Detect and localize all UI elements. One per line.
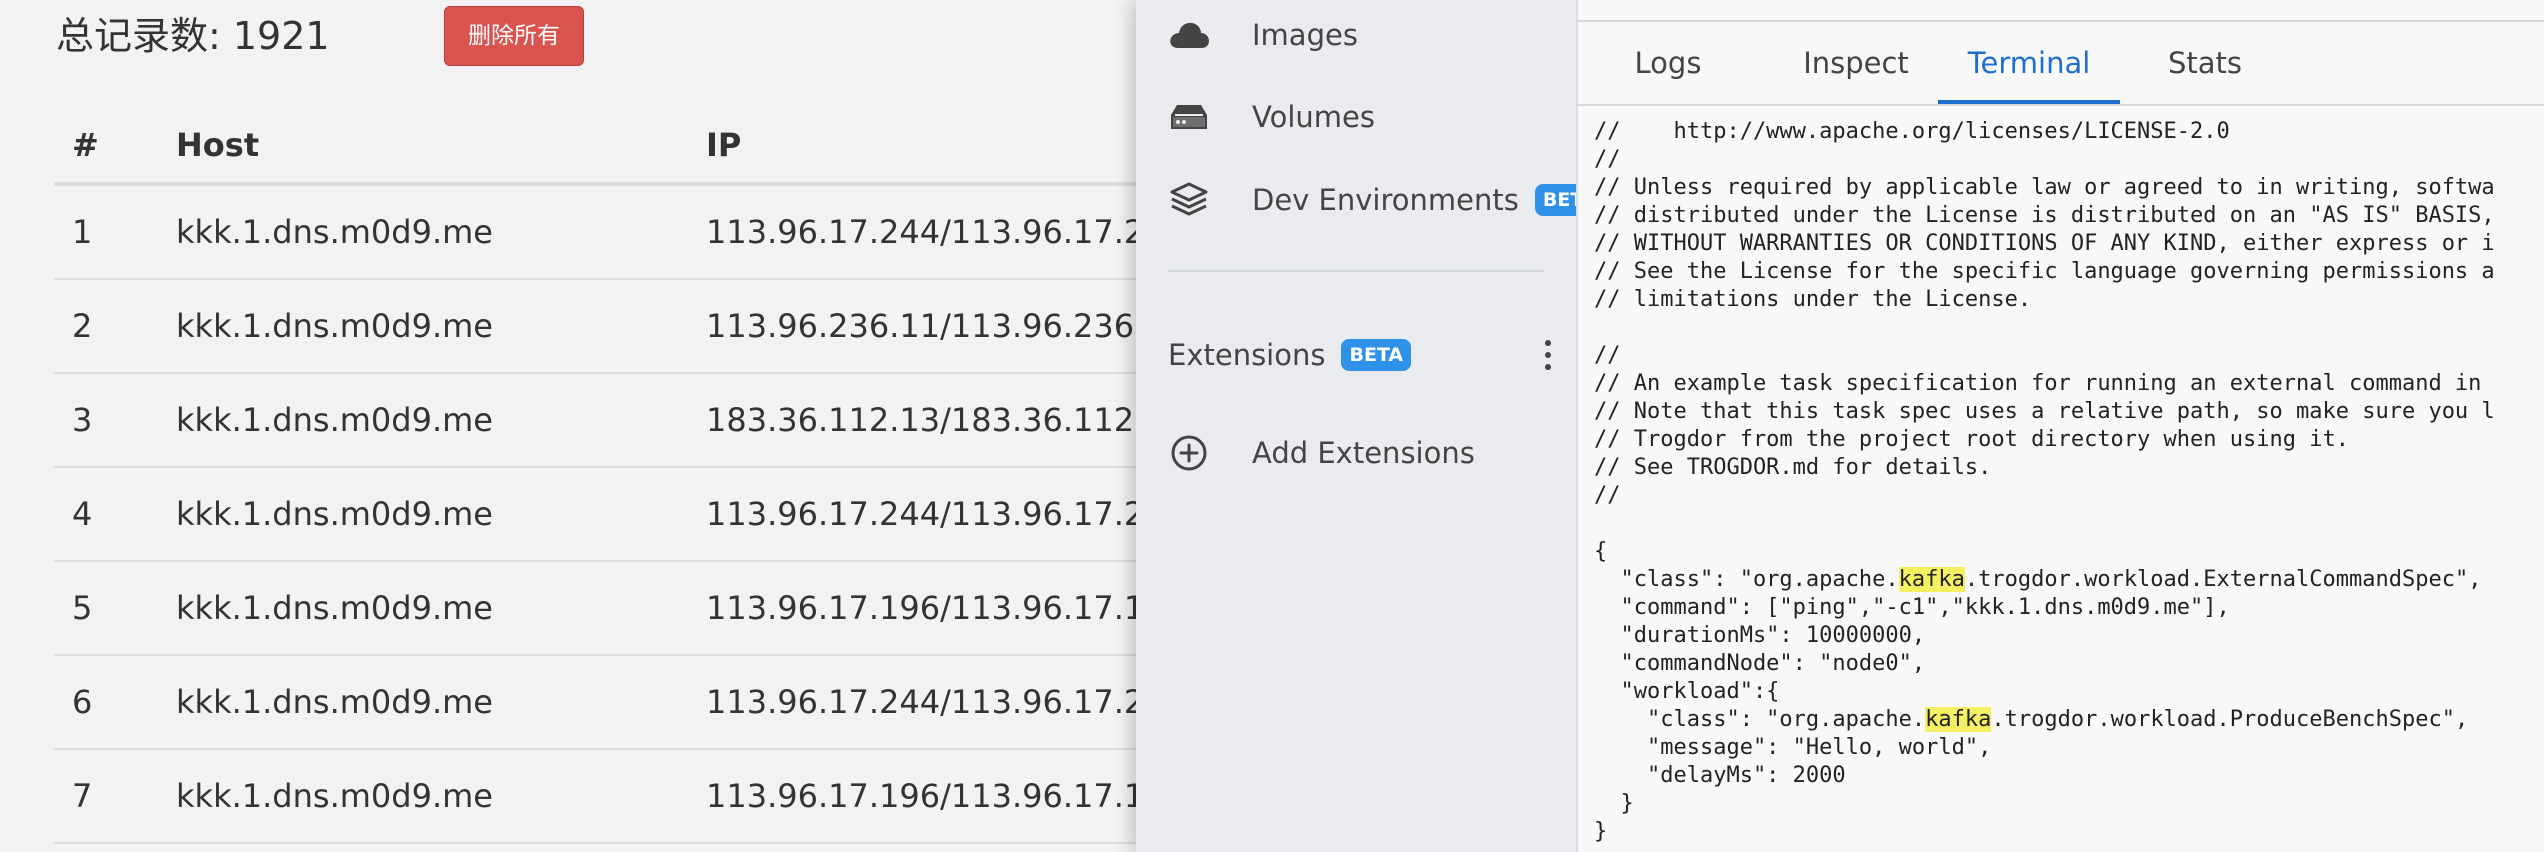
row-host: kkk.1.dns.m0d9.me xyxy=(158,279,688,374)
extensions-label: Extensions xyxy=(1168,338,1326,372)
table-row: 5 kkk.1.dns.m0d9.me 113.96.17.196/113.96… xyxy=(54,561,1136,656)
row-host: kkk.1.dns.m0d9.me xyxy=(158,467,688,562)
terminal-line: "commandNode": "node0", xyxy=(1594,651,1926,676)
terminal-line: "message": "Hello, world", xyxy=(1594,735,1992,760)
table-header-row: # Host IP xyxy=(54,108,1136,186)
row-ip: 113.96.236.11/113.96.236.11 xyxy=(688,279,1136,374)
row-number: 1 xyxy=(54,184,158,280)
terminal-line: "class": "org.apache.kafka.trogdor.workl… xyxy=(1594,567,2482,592)
sidebar-item-label: Volumes xyxy=(1252,100,1375,134)
terminal-line: // Note that this task spec uses a relat… xyxy=(1594,399,2495,424)
terminal-output[interactable]: // http://www.apache.org/licenses/LICENS… xyxy=(1594,118,2544,852)
terminal-line: // Trogdor from the project root directo… xyxy=(1594,427,2349,452)
delete-all-button[interactable]: 删除所有 xyxy=(444,6,584,66)
table-row: 7 kkk.1.dns.m0d9.me 113.96.17.196/113.96… xyxy=(54,749,1136,844)
row-number: 2 xyxy=(54,279,158,374)
beta-badge: BETA xyxy=(1341,339,1412,371)
tab-stats[interactable]: Stats xyxy=(2120,22,2290,104)
terminal-line: "command": ["ping","-c1","kkk.1.dns.m0d9… xyxy=(1594,595,2230,620)
table-row: 1 kkk.1.dns.m0d9.me 113.96.17.244/113.96… xyxy=(54,184,1136,280)
sidebar-item-label: Images xyxy=(1252,18,1358,52)
row-number: 3 xyxy=(54,373,158,468)
terminal-line: // xyxy=(1594,343,1621,368)
sidebar-item-volumes[interactable]: Volumes xyxy=(1166,92,1375,142)
terminal-line: "delayMs": 2000 xyxy=(1594,763,1846,788)
container-detail-panel: Logs Inspect Terminal Stats // http://ww… xyxy=(1576,0,2544,852)
sidebar-item-images[interactable]: Images xyxy=(1166,10,1358,60)
kebab-menu-icon[interactable] xyxy=(1536,334,1560,376)
row-number: 7 xyxy=(54,749,158,844)
row-ip: 113.96.17.196/113.96.17.196 xyxy=(688,561,1136,656)
row-ip: 113.96.17.244/113.96.17.244 xyxy=(688,467,1136,562)
terminal-line: } xyxy=(1594,819,1608,844)
extensions-header: Extensions BETA xyxy=(1168,330,1560,380)
terminal-line: "durationMs": 10000000, xyxy=(1594,623,1926,648)
table-row: 4 kkk.1.dns.m0d9.me 113.96.17.244/113.96… xyxy=(54,467,1136,562)
dns-records-panel: 总记录数: 1921 删除所有 # Host IP 1 kkk.1.dns.m0… xyxy=(0,0,1136,852)
row-ip: 183.36.112.13/183.36.112.13 xyxy=(688,373,1136,468)
row-host: kkk.1.dns.m0d9.me xyxy=(158,655,688,750)
terminal-line: // distributed under the License is dist… xyxy=(1594,203,2495,228)
add-extensions-button[interactable]: Add Extensions xyxy=(1166,428,1475,478)
row-host: kkk.1.dns.m0d9.me xyxy=(158,749,688,844)
row-ip: 113.96.17.196/113.96.17.196 xyxy=(688,749,1136,844)
terminal-line: { xyxy=(1594,539,1608,564)
terminal-line: // http://www.apache.org/licenses/LICENS… xyxy=(1594,119,2230,144)
row-number: 5 xyxy=(54,561,158,656)
tab-inspect[interactable]: Inspect xyxy=(1758,22,1954,104)
terminal-line: // Unless required by applicable law or … xyxy=(1594,175,2495,200)
total-records-title: 总记录数: 1921 xyxy=(56,14,330,58)
terminal-line: // See the License for the specific lang… xyxy=(1594,259,2495,284)
sidebar-item-label: Dev Environments xyxy=(1252,183,1519,217)
column-header-ip: IP xyxy=(688,108,1136,186)
search-highlight: kafka xyxy=(1925,707,1992,732)
cloud-icon xyxy=(1166,15,1212,55)
sidebar-item-dev-environments[interactable]: Dev Environments BETA xyxy=(1166,175,1605,225)
row-ip: 113.96.17.244/113.96.17.244 xyxy=(688,184,1136,280)
tab-terminal[interactable]: Terminal xyxy=(1938,22,2120,104)
docker-sidebar: Images Volumes Dev Environments BETA Ext… xyxy=(1136,0,1605,852)
terminal-line: // xyxy=(1594,483,1621,508)
tab-logs[interactable]: Logs xyxy=(1578,22,1758,104)
sidebar-divider xyxy=(1168,270,1544,272)
volume-icon xyxy=(1166,97,1212,137)
table-row: 2 kkk.1.dns.m0d9.me 113.96.236.11/113.96… xyxy=(54,279,1136,374)
add-extensions-label: Add Extensions xyxy=(1252,436,1475,470)
terminal-line: // An example task specification for run… xyxy=(1594,371,2482,396)
row-host: kkk.1.dns.m0d9.me xyxy=(158,373,688,468)
row-ip: 113.96.17.244/113.96.17.244 xyxy=(688,655,1136,750)
plus-circle-icon xyxy=(1166,433,1212,473)
row-host: kkk.1.dns.m0d9.me xyxy=(158,184,688,280)
column-header-host: Host xyxy=(158,108,688,186)
column-header-number: # xyxy=(54,108,158,186)
detail-tabs: Logs Inspect Terminal Stats xyxy=(1578,22,2544,106)
search-highlight: kafka xyxy=(1898,567,1965,592)
terminal-line: "workload":{ xyxy=(1594,679,1780,704)
row-host: kkk.1.dns.m0d9.me xyxy=(158,561,688,656)
terminal-line: // WITHOUT WARRANTIES OR CONDITIONS OF A… xyxy=(1594,231,2495,256)
row-number: 6 xyxy=(54,655,158,750)
terminal-line: // xyxy=(1594,147,1621,172)
table-row: 6 kkk.1.dns.m0d9.me 113.96.17.244/113.96… xyxy=(54,655,1136,750)
table-row: 3 kkk.1.dns.m0d9.me 183.36.112.13/183.36… xyxy=(54,373,1136,468)
records-table: # Host IP 1 kkk.1.dns.m0d9.me 113.96.17.… xyxy=(54,108,1136,844)
terminal-line: // limitations under the License. xyxy=(1594,287,2032,312)
dev-environments-icon xyxy=(1166,180,1212,220)
terminal-line: "class": "org.apache.kafka.trogdor.workl… xyxy=(1594,707,2469,732)
terminal-line: } xyxy=(1594,791,1634,816)
row-number: 4 xyxy=(54,467,158,562)
terminal-line: // See TROGDOR.md for details. xyxy=(1594,455,1992,480)
